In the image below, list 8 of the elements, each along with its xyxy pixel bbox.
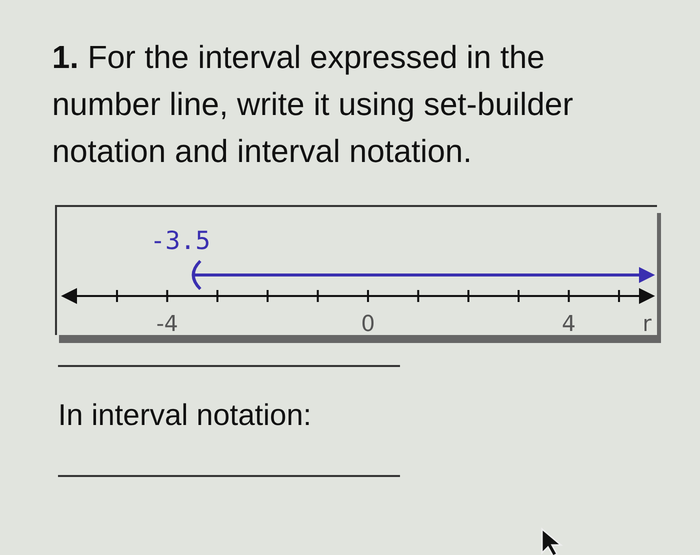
point-label: -3.5	[150, 226, 210, 255]
question-text: 1. For the interval expressed in the number line, write it using set-builder notation and interval notation.	[52, 38, 574, 171]
tick-label: 4	[562, 312, 576, 335]
variable-label: r	[642, 312, 652, 335]
tick-label: -4	[156, 312, 178, 335]
prompt-text: In interval notation:	[58, 399, 312, 433]
cursor-icon	[540, 527, 564, 555]
tick-label: 0	[361, 312, 375, 335]
